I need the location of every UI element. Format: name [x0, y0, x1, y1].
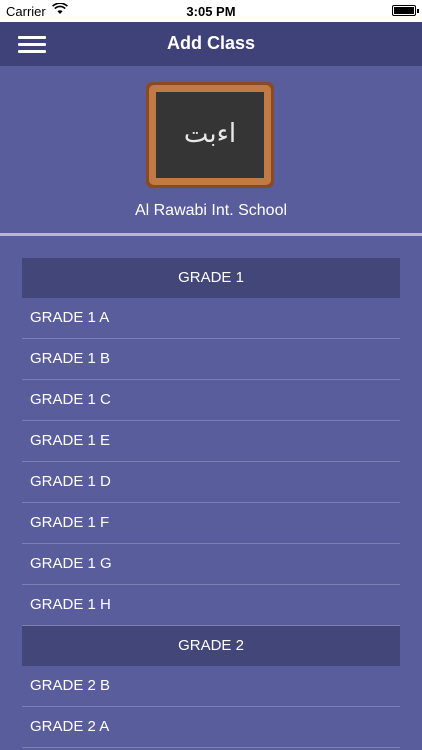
- nav-bar: Add Class: [0, 22, 422, 66]
- battery-icon: [392, 5, 419, 16]
- header-divider: [0, 233, 422, 236]
- class-row[interactable]: GRADE 2 A: [22, 707, 400, 748]
- class-row[interactable]: GRADE 2 B: [22, 666, 400, 707]
- section-header: GRADE 1: [22, 258, 400, 298]
- class-row[interactable]: GRADE 1 E: [22, 421, 400, 462]
- class-row[interactable]: GRADE 1 F: [22, 503, 400, 544]
- school-header: اءبت Al Rawabi Int. School: [0, 66, 422, 234]
- class-row[interactable]: GRADE 1 A: [22, 298, 400, 339]
- status-bar: Carrier 3:05 PM: [0, 0, 422, 22]
- school-name: Al Rawabi Int. School: [134, 202, 288, 219]
- status-time: 3:05 PM: [186, 4, 236, 19]
- section-header: GRADE 2: [22, 626, 400, 666]
- class-row[interactable]: GRADE 1 H: [22, 585, 400, 626]
- class-row[interactable]: GRADE 1 C: [22, 380, 400, 421]
- class-row[interactable]: GRADE 1 D: [22, 462, 400, 503]
- logo-text: اءبت: [184, 119, 236, 149]
- chalkboard-logo: اءبت: [146, 82, 274, 188]
- page-title: Add Class: [166, 33, 256, 53]
- class-list: GRADE 1 GRADE 1 A GRADE 1 B GRADE 1 C GRADE …: [22, 258, 400, 750]
- class-row[interactable]: GRADE 1 B: [22, 339, 400, 380]
- class-row[interactable]: GRADE 1 G: [22, 544, 400, 585]
